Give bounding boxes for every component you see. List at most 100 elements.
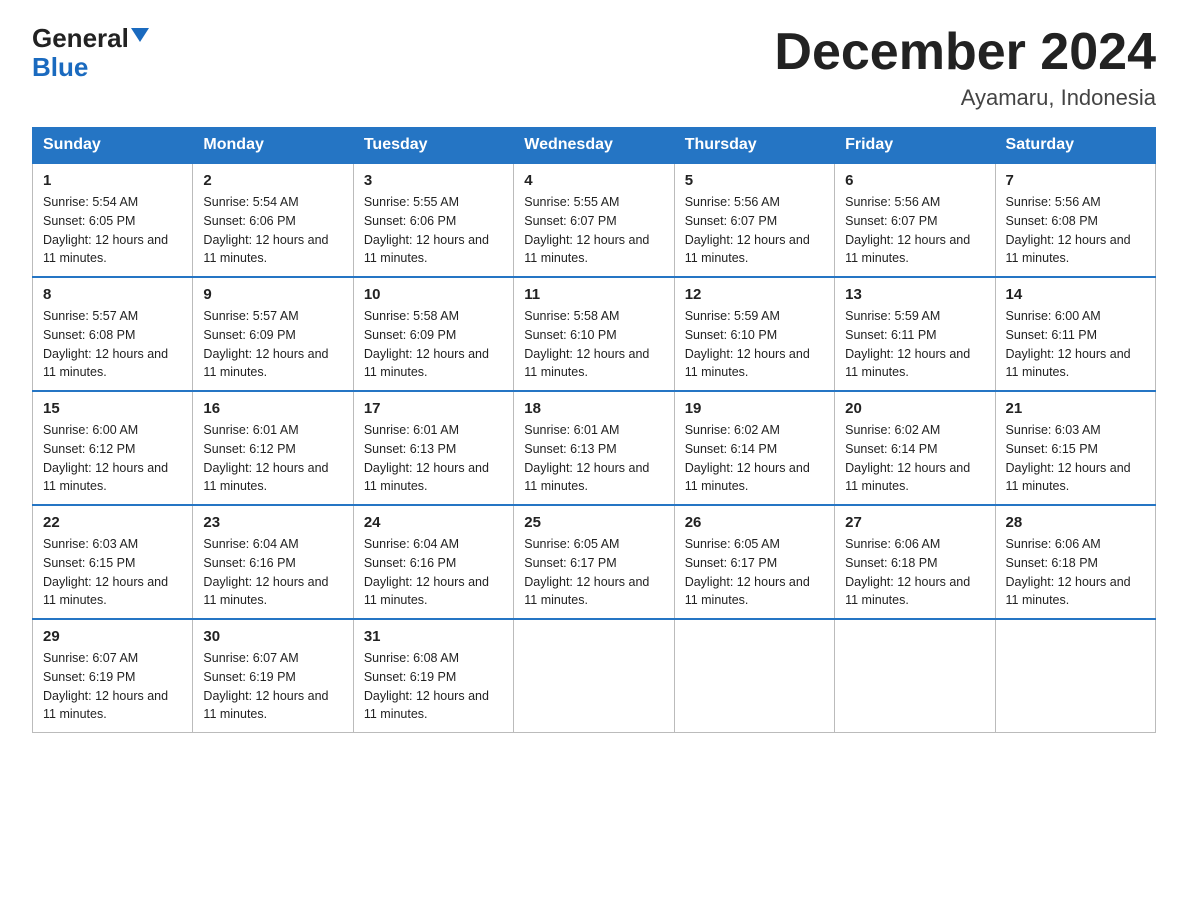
day-number: 21 (1006, 400, 1145, 417)
day-cell: 23 Sunrise: 6:04 AMSunset: 6:16 PMDaylig… (193, 505, 353, 619)
day-cell: 7 Sunrise: 5:56 AMSunset: 6:08 PMDayligh… (995, 163, 1155, 277)
day-cell: 21 Sunrise: 6:03 AMSunset: 6:15 PMDaylig… (995, 391, 1155, 505)
day-number: 22 (43, 514, 182, 531)
day-cell (674, 619, 834, 733)
weekday-header-sunday: Sunday (33, 128, 193, 164)
day-number: 12 (685, 286, 824, 303)
day-info: Sunrise: 6:06 AMSunset: 6:18 PMDaylight:… (845, 537, 970, 607)
day-cell: 19 Sunrise: 6:02 AMSunset: 6:14 PMDaylig… (674, 391, 834, 505)
calendar-table: SundayMondayTuesdayWednesdayThursdayFrid… (32, 127, 1156, 733)
day-info: Sunrise: 5:55 AMSunset: 6:06 PMDaylight:… (364, 195, 489, 265)
day-info: Sunrise: 6:07 AMSunset: 6:19 PMDaylight:… (43, 651, 168, 721)
logo-general: General (32, 24, 129, 53)
day-info: Sunrise: 6:05 AMSunset: 6:17 PMDaylight:… (524, 537, 649, 607)
week-row-5: 29 Sunrise: 6:07 AMSunset: 6:19 PMDaylig… (33, 619, 1156, 733)
day-number: 18 (524, 400, 663, 417)
day-cell: 17 Sunrise: 6:01 AMSunset: 6:13 PMDaylig… (353, 391, 513, 505)
day-number: 8 (43, 286, 182, 303)
logo: General Blue (32, 24, 149, 81)
day-cell: 18 Sunrise: 6:01 AMSunset: 6:13 PMDaylig… (514, 391, 674, 505)
day-info: Sunrise: 5:57 AMSunset: 6:08 PMDaylight:… (43, 309, 168, 379)
day-info: Sunrise: 5:54 AMSunset: 6:06 PMDaylight:… (203, 195, 328, 265)
day-cell: 5 Sunrise: 5:56 AMSunset: 6:07 PMDayligh… (674, 163, 834, 277)
day-cell: 30 Sunrise: 6:07 AMSunset: 6:19 PMDaylig… (193, 619, 353, 733)
day-info: Sunrise: 6:03 AMSunset: 6:15 PMDaylight:… (1006, 423, 1131, 493)
weekday-header-tuesday: Tuesday (353, 128, 513, 164)
day-info: Sunrise: 5:56 AMSunset: 6:08 PMDaylight:… (1006, 195, 1131, 265)
day-number: 7 (1006, 172, 1145, 189)
day-info: Sunrise: 5:59 AMSunset: 6:11 PMDaylight:… (845, 309, 970, 379)
day-info: Sunrise: 6:04 AMSunset: 6:16 PMDaylight:… (364, 537, 489, 607)
day-info: Sunrise: 5:59 AMSunset: 6:10 PMDaylight:… (685, 309, 810, 379)
title-section: December 2024 Ayamaru, Indonesia (774, 24, 1156, 111)
day-cell: 8 Sunrise: 5:57 AMSunset: 6:08 PMDayligh… (33, 277, 193, 391)
logo-triangle-icon (131, 28, 149, 42)
day-info: Sunrise: 6:08 AMSunset: 6:19 PMDaylight:… (364, 651, 489, 721)
weekday-header-saturday: Saturday (995, 128, 1155, 164)
day-number: 13 (845, 286, 984, 303)
page-header: General Blue December 2024 Ayamaru, Indo… (32, 24, 1156, 111)
day-info: Sunrise: 6:05 AMSunset: 6:17 PMDaylight:… (685, 537, 810, 607)
day-info: Sunrise: 6:03 AMSunset: 6:15 PMDaylight:… (43, 537, 168, 607)
day-cell: 15 Sunrise: 6:00 AMSunset: 6:12 PMDaylig… (33, 391, 193, 505)
day-number: 6 (845, 172, 984, 189)
day-number: 27 (845, 514, 984, 531)
week-row-2: 8 Sunrise: 5:57 AMSunset: 6:08 PMDayligh… (33, 277, 1156, 391)
weekday-header-thursday: Thursday (674, 128, 834, 164)
calendar-subtitle: Ayamaru, Indonesia (774, 85, 1156, 111)
day-info: Sunrise: 6:01 AMSunset: 6:13 PMDaylight:… (364, 423, 489, 493)
day-cell: 11 Sunrise: 5:58 AMSunset: 6:10 PMDaylig… (514, 277, 674, 391)
day-number: 26 (685, 514, 824, 531)
day-cell: 28 Sunrise: 6:06 AMSunset: 6:18 PMDaylig… (995, 505, 1155, 619)
day-number: 24 (364, 514, 503, 531)
day-number: 9 (203, 286, 342, 303)
day-number: 16 (203, 400, 342, 417)
day-number: 14 (1006, 286, 1145, 303)
day-number: 19 (685, 400, 824, 417)
day-info: Sunrise: 6:07 AMSunset: 6:19 PMDaylight:… (203, 651, 328, 721)
day-info: Sunrise: 5:58 AMSunset: 6:09 PMDaylight:… (364, 309, 489, 379)
day-cell: 20 Sunrise: 6:02 AMSunset: 6:14 PMDaylig… (835, 391, 995, 505)
day-cell: 26 Sunrise: 6:05 AMSunset: 6:17 PMDaylig… (674, 505, 834, 619)
day-info: Sunrise: 5:57 AMSunset: 6:09 PMDaylight:… (203, 309, 328, 379)
day-info: Sunrise: 6:02 AMSunset: 6:14 PMDaylight:… (845, 423, 970, 493)
weekday-header-row: SundayMondayTuesdayWednesdayThursdayFrid… (33, 128, 1156, 164)
day-info: Sunrise: 6:00 AMSunset: 6:12 PMDaylight:… (43, 423, 168, 493)
day-cell: 1 Sunrise: 5:54 AMSunset: 6:05 PMDayligh… (33, 163, 193, 277)
day-number: 25 (524, 514, 663, 531)
day-cell: 12 Sunrise: 5:59 AMSunset: 6:10 PMDaylig… (674, 277, 834, 391)
day-cell: 16 Sunrise: 6:01 AMSunset: 6:12 PMDaylig… (193, 391, 353, 505)
day-cell: 25 Sunrise: 6:05 AMSunset: 6:17 PMDaylig… (514, 505, 674, 619)
day-number: 3 (364, 172, 503, 189)
day-number: 5 (685, 172, 824, 189)
day-info: Sunrise: 5:56 AMSunset: 6:07 PMDaylight:… (845, 195, 970, 265)
day-cell: 3 Sunrise: 5:55 AMSunset: 6:06 PMDayligh… (353, 163, 513, 277)
day-info: Sunrise: 6:00 AMSunset: 6:11 PMDaylight:… (1006, 309, 1131, 379)
day-cell: 22 Sunrise: 6:03 AMSunset: 6:15 PMDaylig… (33, 505, 193, 619)
day-info: Sunrise: 6:01 AMSunset: 6:12 PMDaylight:… (203, 423, 328, 493)
day-number: 28 (1006, 514, 1145, 531)
day-cell (835, 619, 995, 733)
day-number: 11 (524, 286, 663, 303)
day-cell (514, 619, 674, 733)
day-number: 15 (43, 400, 182, 417)
day-cell: 9 Sunrise: 5:57 AMSunset: 6:09 PMDayligh… (193, 277, 353, 391)
week-row-4: 22 Sunrise: 6:03 AMSunset: 6:15 PMDaylig… (33, 505, 1156, 619)
day-number: 10 (364, 286, 503, 303)
week-row-1: 1 Sunrise: 5:54 AMSunset: 6:05 PMDayligh… (33, 163, 1156, 277)
day-info: Sunrise: 5:55 AMSunset: 6:07 PMDaylight:… (524, 195, 649, 265)
day-cell: 14 Sunrise: 6:00 AMSunset: 6:11 PMDaylig… (995, 277, 1155, 391)
weekday-header-monday: Monday (193, 128, 353, 164)
day-cell (995, 619, 1155, 733)
day-info: Sunrise: 6:01 AMSunset: 6:13 PMDaylight:… (524, 423, 649, 493)
day-info: Sunrise: 6:02 AMSunset: 6:14 PMDaylight:… (685, 423, 810, 493)
day-cell: 24 Sunrise: 6:04 AMSunset: 6:16 PMDaylig… (353, 505, 513, 619)
calendar-title: December 2024 (774, 24, 1156, 81)
day-cell: 13 Sunrise: 5:59 AMSunset: 6:11 PMDaylig… (835, 277, 995, 391)
logo-blue: Blue (32, 53, 88, 82)
day-cell: 6 Sunrise: 5:56 AMSunset: 6:07 PMDayligh… (835, 163, 995, 277)
day-cell: 27 Sunrise: 6:06 AMSunset: 6:18 PMDaylig… (835, 505, 995, 619)
day-number: 31 (364, 628, 503, 645)
day-info: Sunrise: 5:54 AMSunset: 6:05 PMDaylight:… (43, 195, 168, 265)
day-info: Sunrise: 5:58 AMSunset: 6:10 PMDaylight:… (524, 309, 649, 379)
